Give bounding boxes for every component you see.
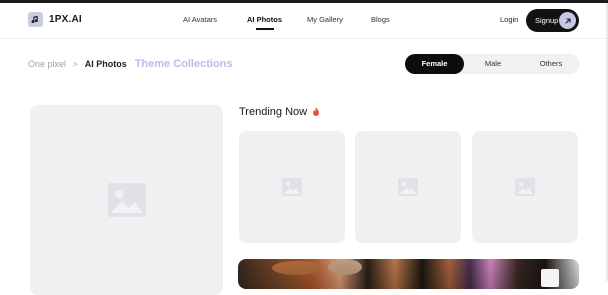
trending-title: Trending Now (239, 106, 308, 118)
image-placeholder-icon (282, 178, 302, 196)
brand-logo[interactable]: 1PX.AI (28, 12, 82, 27)
breadcrumb-separator: > (73, 60, 78, 69)
brand-name: 1PX.AI (49, 14, 82, 25)
signup-button[interactable]: Signup (526, 9, 579, 32)
nav-ai-photos[interactable]: AI Photos (247, 15, 282, 24)
trending-heading: Trending Now (239, 106, 320, 118)
fire-icon (313, 107, 320, 116)
image-placeholder-icon (398, 178, 418, 196)
music-note-icon (28, 12, 43, 27)
image-placeholder-icon (107, 183, 146, 217)
banner-badge (541, 269, 559, 287)
login-link[interactable]: Login (500, 15, 518, 24)
trending-card-3[interactable] (472, 131, 578, 243)
filter-female[interactable]: Female (405, 54, 464, 74)
filter-others[interactable]: Others (522, 54, 580, 74)
breadcrumb-ai-photos: AI Photos (84, 59, 127, 69)
active-nav-indicator (256, 28, 274, 30)
featured-photo-banner[interactable] (238, 259, 579, 289)
trending-card-2[interactable] (355, 131, 461, 243)
gender-filter: Female Male Others (405, 54, 580, 74)
nav-ai-avatars[interactable]: AI Avatars (183, 15, 217, 24)
arrow-up-right-icon (559, 12, 576, 29)
image-placeholder-icon (515, 178, 535, 196)
signup-label: Signup (535, 16, 559, 25)
trending-card-1[interactable] (239, 131, 345, 243)
breadcrumb-one-pixel[interactable]: One pixel (28, 59, 66, 69)
filter-male[interactable]: Male (464, 54, 522, 74)
breadcrumb: One pixel > AI Photos Theme Collections (28, 58, 233, 70)
nav-my-gallery[interactable]: My Gallery (307, 15, 343, 24)
top-navigation: 1PX.AI AI Avatars AI Photos My Gallery B… (0, 3, 606, 39)
featured-image-placeholder[interactable] (30, 105, 223, 295)
section-title: Theme Collections (134, 58, 233, 70)
nav-blogs[interactable]: Blogs (371, 15, 390, 24)
banner-overlay (238, 259, 579, 289)
